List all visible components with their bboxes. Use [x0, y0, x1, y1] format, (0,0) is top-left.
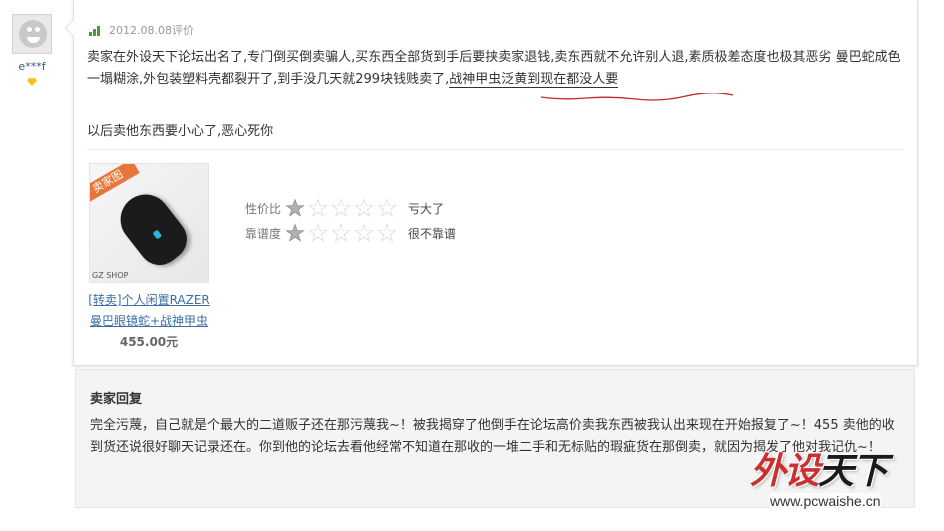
product-link[interactable]: [转卖]个人闲置RAZER曼巴眼镜蛇+战神甲虫	[87, 290, 211, 332]
rating-value: 性价比 亏大了	[245, 198, 444, 218]
star-empty-icon	[308, 223, 328, 242]
star-empty-icon	[308, 198, 328, 217]
star-filled-icon	[285, 198, 305, 217]
thumbnail-caption: GZ SHOP	[92, 271, 129, 280]
rating-text: 亏大了	[408, 201, 445, 216]
seller-reply-title: 卖家回复	[90, 392, 143, 407]
review-body: 卖家在外设天下论坛出名了,专门倒买倒卖骗人,买东西全部货到手后要挟卖家退钱,卖东…	[87, 47, 907, 91]
reviewer-username[interactable]: e***f	[8, 60, 56, 73]
diamond-level-icon	[27, 78, 37, 86]
mouse-image	[110, 184, 196, 274]
review-meta-label: 评价	[171, 24, 194, 37]
rating-label: 靠谱度	[245, 226, 282, 241]
review-meta: 2012.08.08 评价	[89, 22, 194, 38]
red-squiggle-annotation	[541, 93, 734, 101]
star-rating	[285, 223, 400, 243]
star-empty-icon	[377, 198, 397, 217]
review-card: 2012.08.08 评价 卖家在外设天下论坛出名了,专门倒买倒卖骗人,买东西全…	[64, 0, 918, 366]
review-text-underlined: 战神甲虫泛黄到现在都没人要	[449, 72, 619, 88]
star-rating	[285, 198, 400, 218]
card-pointer	[64, 19, 82, 37]
rating-text: 很不靠谱	[408, 226, 457, 241]
star-empty-icon	[354, 223, 374, 242]
watermark-logo-red: 外设	[750, 451, 820, 492]
watermark-url: www.pcwaishe.cn	[770, 493, 881, 509]
reviewer-info: e***f	[8, 14, 56, 90]
review-body-second: 以后卖他东西要小心了,恶心死你	[87, 124, 274, 139]
star-empty-icon	[354, 198, 374, 217]
star-filled-icon	[285, 223, 305, 242]
review-date: 2012.08.08	[109, 23, 172, 37]
signal-icon	[89, 24, 103, 36]
default-avatar-icon[interactable]	[12, 14, 52, 54]
star-empty-icon	[331, 223, 351, 242]
star-empty-icon	[377, 223, 397, 242]
divider	[87, 149, 904, 150]
product-price: 455.00元	[119, 335, 179, 349]
star-empty-icon	[331, 198, 351, 217]
rating-reliability: 靠谱度 很不靠谱	[245, 223, 456, 243]
site-watermark: 外设天下 www.pcwaishe.cn	[750, 442, 940, 522]
rating-label: 性价比	[245, 201, 282, 216]
product-thumbnail[interactable]: 卖家图 GZ SHOP	[89, 163, 209, 283]
watermark-logo: 外设天下	[750, 442, 888, 494]
watermark-logo-dark: 天下	[818, 451, 888, 492]
